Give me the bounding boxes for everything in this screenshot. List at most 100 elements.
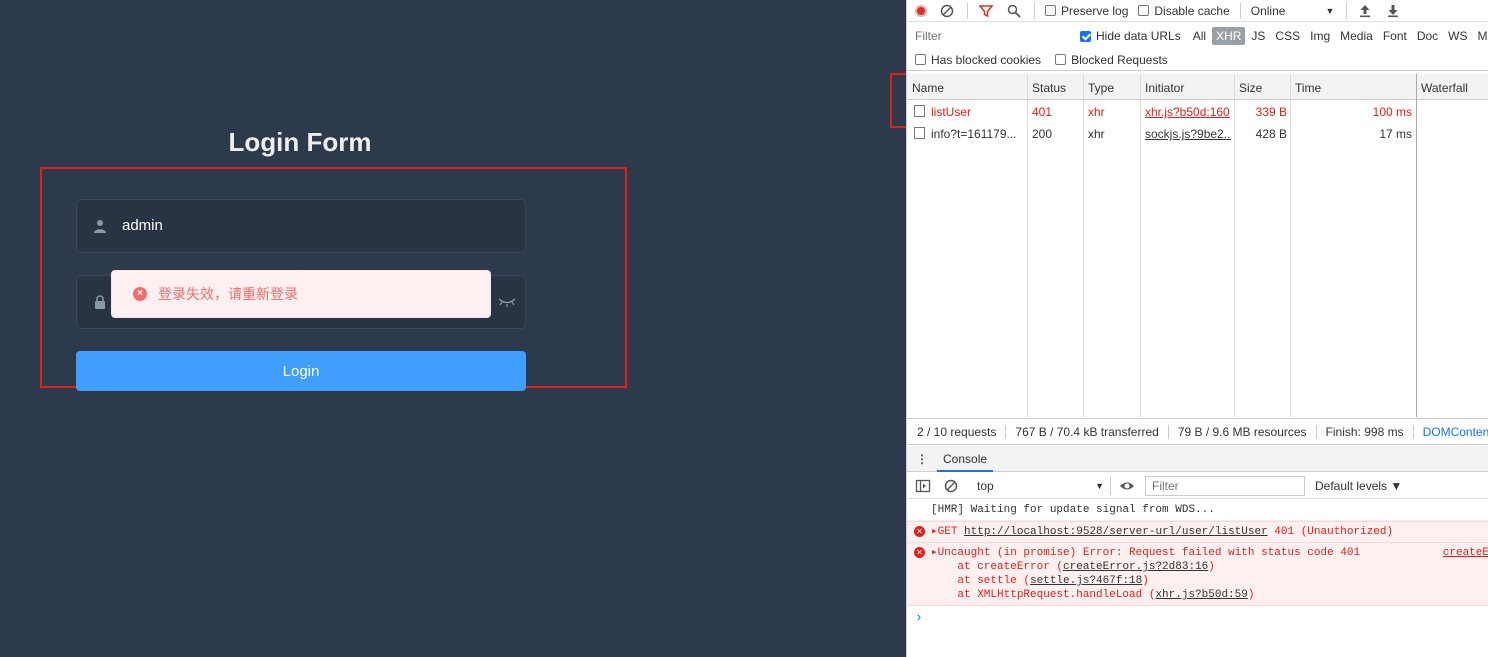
- preserve-log-label: Preserve log: [1061, 3, 1129, 18]
- checkbox-box[interactable]: [1080, 30, 1091, 42]
- disable-cache-checkbox[interactable]: Disable cache: [1138, 4, 1230, 18]
- stack-link[interactable]: createError.js?2d83:16: [1063, 561, 1208, 573]
- filter-bar: Hide data URLs All XHR JS CSS Img Media …: [907, 23, 1488, 49]
- network-status-bar: 2 / 10 requests 767 B / 70.4 kB transfer…: [907, 418, 1488, 445]
- username-field[interactable]: admin: [76, 199, 526, 253]
- column-header-type[interactable]: Type: [1088, 81, 1114, 95]
- checkbox-box[interactable]: [915, 54, 926, 65]
- caret-down-icon: ▼: [1325, 5, 1335, 16]
- request-initiator-link[interactable]: sockjs.js?9be2...: [1145, 127, 1231, 141]
- checkbox-box[interactable]: [1138, 5, 1150, 16]
- console-prompt[interactable]: ›: [907, 606, 1488, 629]
- column-header-name[interactable]: Name: [912, 81, 944, 95]
- stack-frame: at XMLHttpRequest.handleLoad (: [931, 589, 1156, 601]
- devtools-network-panel: Preserve log Disable cache Online ▼ Hide…: [906, 0, 1488, 657]
- column-header-time[interactable]: Time: [1295, 81, 1321, 95]
- search-icon[interactable]: [1006, 3, 1022, 19]
- filter-type-doc[interactable]: Doc: [1413, 27, 1442, 45]
- divider: [1346, 2, 1348, 19]
- console-message-log: [HMR] Waiting for update signal from WDS…: [907, 500, 1488, 521]
- record-icon[interactable]: [915, 4, 927, 17]
- username-input[interactable]: admin: [122, 217, 163, 234]
- request-type: xhr: [1088, 127, 1105, 141]
- source-link[interactable]: createE: [1443, 546, 1488, 560]
- filter-type-xhr[interactable]: XHR: [1212, 27, 1246, 45]
- upload-icon[interactable]: [1357, 3, 1373, 19]
- requests-table: Name Status Type Initiator Size Time Wat…: [907, 74, 1488, 417]
- filter-icon[interactable]: [978, 3, 994, 19]
- user-icon: [94, 220, 106, 233]
- column-header-initiator[interactable]: Initiator: [1145, 81, 1184, 95]
- error-icon: ✕: [914, 547, 925, 558]
- context-value: top: [977, 478, 994, 493]
- tab-console[interactable]: Console: [937, 446, 994, 472]
- stack-link[interactable]: xhr.js?b50d:59: [1155, 589, 1247, 601]
- error-text[interactable]: ▸Uncaught (in promise) Error: Request fa…: [931, 547, 1360, 559]
- console-filter-input[interactable]: [1145, 475, 1305, 496]
- filter-type-img[interactable]: Img: [1306, 27, 1334, 45]
- console-message-error: ✕ ▸Uncaught (in promise) Error: Request f…: [907, 543, 1488, 606]
- filter-type-font[interactable]: Font: [1379, 27, 1411, 45]
- blocked-requests-label: Blocked Requests: [1071, 52, 1168, 67]
- filter-type-all[interactable]: All: [1189, 27, 1210, 45]
- filter-type-manifest[interactable]: Ma: [1474, 27, 1488, 45]
- stack-frame: at createError (: [931, 561, 1064, 573]
- network-filter-input[interactable]: [913, 27, 1070, 45]
- request-url-link[interactable]: http://localhost:9528/server-url/user/li…: [964, 526, 1268, 538]
- divider: [967, 2, 968, 19]
- transferred-size: 767 B / 70.4 kB transferred: [1015, 424, 1169, 439]
- request-name[interactable]: listUser: [931, 105, 1023, 119]
- column-header-size[interactable]: Size: [1239, 81, 1262, 95]
- status-text: 401 (Unauthorized): [1267, 526, 1394, 538]
- paren: ): [1208, 561, 1215, 573]
- log-levels-select[interactable]: Default levels ▼: [1315, 479, 1402, 493]
- checkbox-box[interactable]: [1045, 5, 1056, 16]
- clear-console-icon[interactable]: [943, 478, 959, 494]
- filter-type-media[interactable]: Media: [1336, 27, 1377, 45]
- resources-size: 79 B / 9.6 MB resources: [1178, 424, 1317, 439]
- login-button[interactable]: Login: [76, 351, 526, 391]
- divider: [1034, 2, 1035, 19]
- console-message-error: ✕ ▸GET http://localhost:9528/server-url/u…: [907, 521, 1488, 543]
- download-icon[interactable]: [1385, 3, 1401, 19]
- stack-link[interactable]: settle.js?467f:18: [1030, 575, 1142, 587]
- eye-icon[interactable]: [1119, 478, 1135, 494]
- clear-icon[interactable]: [939, 3, 955, 19]
- divider: [1239, 2, 1241, 19]
- error-circle-icon: ×: [133, 287, 147, 301]
- more-tools-icon[interactable]: ⋮: [907, 452, 937, 466]
- request-size: 428 B: [1255, 127, 1287, 141]
- paren: ): [1142, 575, 1149, 587]
- checkbox-box[interactable]: [1055, 54, 1067, 65]
- error-toast: × 登录失效，请重新登录: [111, 270, 491, 318]
- filter-type-css[interactable]: CSS: [1271, 27, 1304, 45]
- column-header-waterfall[interactable]: Waterfall: [1421, 81, 1468, 95]
- throttling-select[interactable]: Online ▼: [1251, 4, 1335, 18]
- document-icon: [914, 127, 925, 139]
- hide-data-urls-checkbox[interactable]: Hide data URLs: [1080, 29, 1181, 43]
- document-icon: [914, 105, 925, 117]
- page-title: Login Form: [228, 127, 372, 157]
- request-time: 17 ms: [1379, 127, 1412, 141]
- has-blocked-cookies-checkbox[interactable]: Has blocked cookies: [915, 53, 1041, 67]
- table-row[interactable]: info?t=161179... 200 xhr sockjs.js?9be2.…: [907, 123, 1417, 144]
- filter-type-ws[interactable]: WS: [1444, 27, 1471, 45]
- eye-closed-icon[interactable]: [497, 294, 517, 308]
- blocked-requests-checkbox[interactable]: Blocked Requests: [1055, 53, 1168, 67]
- network-toolbar: Preserve log Disable cache Online ▼: [907, 0, 1488, 22]
- request-initiator-link[interactable]: xhr.js?b50d:160: [1145, 105, 1231, 119]
- sidebar-toggle-icon[interactable]: [915, 478, 931, 494]
- requests-count: 2 / 10 requests: [917, 424, 1007, 439]
- preserve-log-checkbox[interactable]: Preserve log: [1045, 4, 1128, 18]
- filter-type-js[interactable]: JS: [1247, 27, 1269, 45]
- lock-icon: [95, 295, 105, 309]
- table-row[interactable]: listUser 401 xhr xhr.js?b50d:160 339 B 1…: [907, 101, 1417, 122]
- column-header-status[interactable]: Status: [1032, 81, 1066, 95]
- request-type: xhr: [1088, 105, 1105, 119]
- blocked-filter-bar: Has blocked cookies Blocked Requests: [907, 49, 1488, 71]
- request-name[interactable]: info?t=161179...: [931, 127, 1023, 141]
- context-select[interactable]: top ▼: [971, 476, 1111, 495]
- expand-toggle[interactable]: ▸GET: [931, 526, 964, 538]
- stack-frame: at settle (: [931, 575, 1031, 587]
- finish-time: Finish: 998 ms: [1326, 424, 1414, 439]
